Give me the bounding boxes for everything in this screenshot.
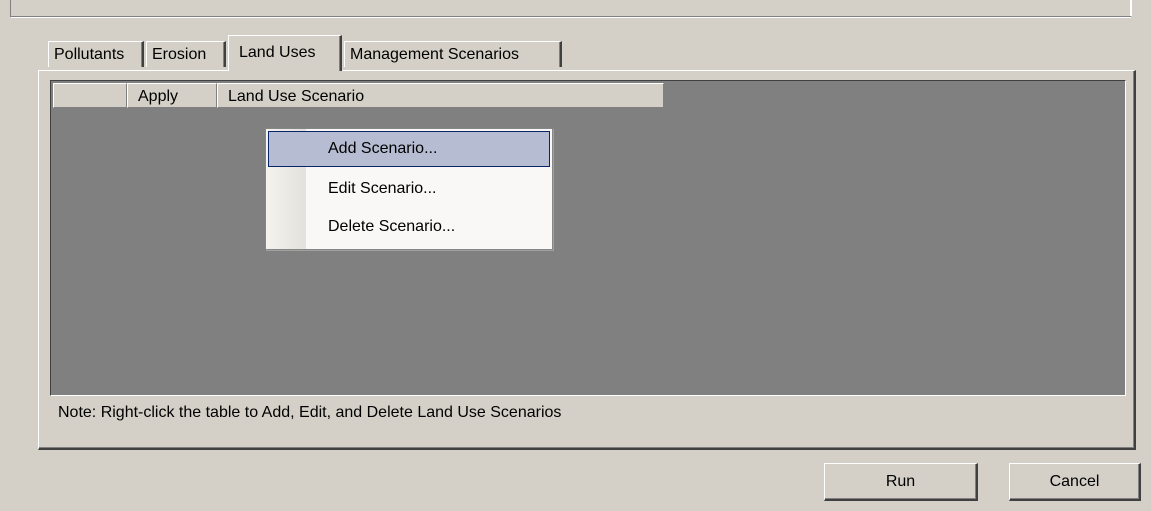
land-use-table[interactable]: Apply Land Use Scenario — [50, 80, 1126, 396]
note-text: Note: Right-click the table to Add, Edit… — [58, 404, 562, 421]
menu-item-delete-scenario[interactable]: Delete Scenario... — [268, 209, 550, 245]
tab-management-scenarios[interactable]: Management Scenarios — [344, 41, 562, 67]
menu-item-edit-scenario[interactable]: Edit Scenario... — [268, 171, 550, 207]
tab-pollutants[interactable]: Pollutants — [48, 41, 144, 67]
tab-erosion[interactable]: Erosion — [146, 41, 226, 67]
top-group-frame — [10, 0, 1132, 18]
run-button[interactable]: Run — [824, 463, 978, 501]
menu-item-add-scenario[interactable]: Add Scenario... — [268, 131, 550, 167]
cancel-button[interactable]: Cancel — [1009, 463, 1141, 501]
context-menu: Add Scenario... Edit Scenario... Delete … — [265, 128, 553, 250]
column-header-land-use-scenario[interactable]: Land Use Scenario — [217, 83, 664, 108]
tab-land-uses[interactable]: Land Uses — [228, 35, 342, 71]
column-header-apply[interactable]: Apply — [127, 83, 217, 108]
row-header-column[interactable] — [53, 83, 127, 108]
